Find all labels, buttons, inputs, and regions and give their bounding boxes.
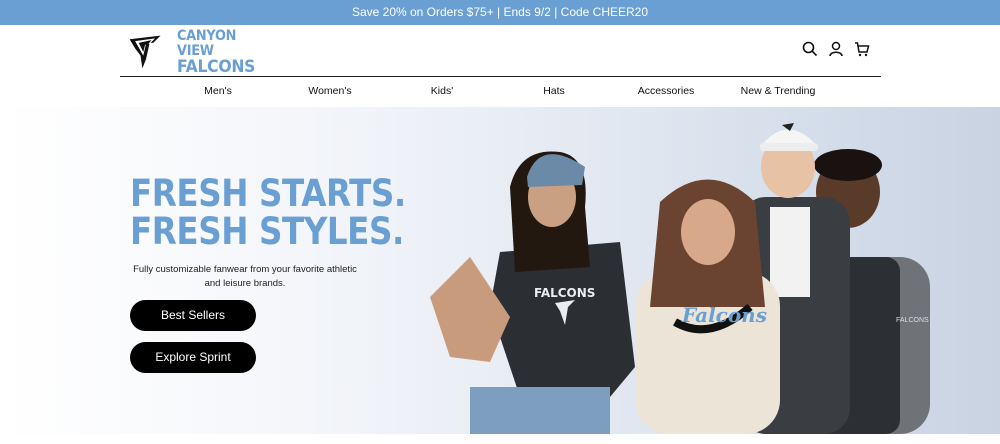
header-icons (802, 41, 870, 57)
explore-sprint-button[interactable]: Explore Sprint (130, 342, 256, 373)
jersey-print: FALCONS (534, 286, 595, 300)
brand-name: CANYON VIEW FALCONS (177, 27, 268, 77)
hero-title: FRESH STARTS. FRESH STYLES. (130, 175, 406, 251)
promo-banner[interactable]: Save 20% on Orders $75+ | Ends 9/2 | Cod… (0, 0, 1000, 25)
main-nav: Men's Women's Kids' Hats Accessories New… (120, 77, 881, 106)
search-icon[interactable] (802, 41, 818, 57)
account-icon[interactable] (828, 41, 844, 57)
nav-item-new-trending[interactable]: New & Trending (722, 77, 834, 106)
sweatshirt-print: Falcons (681, 303, 767, 327)
hero-title-line1: FRESH STARTS. (130, 172, 406, 215)
hero-title-line2: FRESH STYLES. (130, 210, 404, 253)
nav-item-kids[interactable]: Kids' (386, 77, 498, 106)
cart-icon[interactable] (854, 41, 870, 57)
site-header: CANYON VIEW FALCONS (0, 25, 1000, 77)
brand-logo[interactable]: CANYON VIEW FALCONS (126, 27, 276, 77)
best-sellers-button[interactable]: Best Sellers (130, 300, 256, 331)
model-left: FALCONS (430, 151, 635, 434)
brand-line2: FALCONS (177, 56, 256, 77)
falcon-logo-icon (129, 35, 161, 69)
hero-subtitle: Fully customizable fanwear from your fav… (133, 264, 357, 289)
nav-item-accessories[interactable]: Accessories (610, 77, 722, 106)
brand-line1: CANYON VIEW (177, 27, 237, 59)
nav-item-hats[interactable]: Hats (498, 77, 610, 106)
hero-models-image: FALCONS Falcons FALCONS (430, 123, 930, 434)
nav-item-mens[interactable]: Men's (162, 77, 274, 106)
page-bottom-strip (0, 434, 1000, 444)
nav-item-womens[interactable]: Women's (274, 77, 386, 106)
vest-print: FALCONS (896, 317, 929, 324)
hero-banner: FRESH STARTS. FRESH STYLES. Fully custom… (0, 107, 1000, 434)
